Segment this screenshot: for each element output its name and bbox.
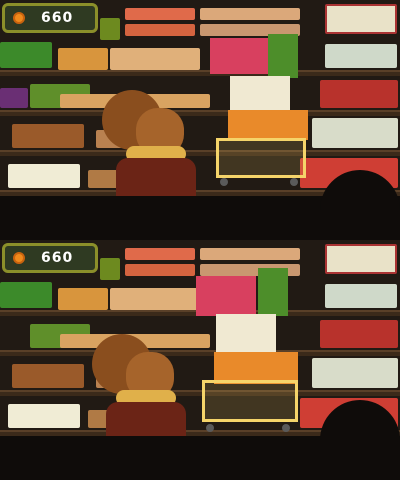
shopping-cart-icon[interactable] bbox=[200, 34, 320, 196]
meat-package bbox=[196, 276, 256, 316]
cart-wheel bbox=[282, 424, 290, 432]
coin-counter: 660 bbox=[2, 243, 98, 273]
cart-basket bbox=[216, 138, 306, 178]
jarred-goods[interactable] bbox=[110, 48, 200, 70]
cart-wheel bbox=[220, 178, 228, 186]
coin-count: 660 bbox=[41, 10, 74, 26]
boxed-goods[interactable] bbox=[325, 244, 397, 274]
boxed-goods[interactable] bbox=[325, 44, 397, 68]
daikon-radish[interactable] bbox=[8, 404, 80, 428]
canned-goods[interactable] bbox=[125, 8, 195, 20]
canned-goods[interactable] bbox=[125, 248, 195, 260]
leafy-greens[interactable] bbox=[0, 282, 52, 308]
boxed-goods[interactable] bbox=[312, 358, 398, 388]
daikon-radish[interactable] bbox=[8, 164, 80, 188]
boxed-goods[interactable] bbox=[320, 80, 398, 108]
shopper-character[interactable] bbox=[96, 88, 206, 208]
grapes[interactable] bbox=[0, 88, 28, 108]
boxed-goods[interactable] bbox=[320, 320, 398, 348]
coin-count: 660 bbox=[41, 250, 74, 266]
cheese-items bbox=[230, 76, 290, 112]
cart-wheel bbox=[206, 424, 214, 432]
cart-basket bbox=[202, 380, 298, 422]
potatoes[interactable] bbox=[12, 364, 84, 388]
cheese-items bbox=[216, 314, 276, 354]
shopper-character[interactable] bbox=[86, 332, 196, 452]
cart-wheel bbox=[290, 178, 298, 186]
canned-goods[interactable] bbox=[125, 24, 195, 36]
jarred-goods[interactable] bbox=[58, 48, 108, 70]
leafy-greens[interactable] bbox=[0, 42, 52, 68]
scene-original[interactable]: 660 bbox=[0, 0, 400, 240]
boxed-goods[interactable] bbox=[312, 118, 398, 148]
meat-package bbox=[210, 38, 270, 74]
jarred-goods[interactable] bbox=[58, 288, 108, 310]
boxed-goods[interactable] bbox=[325, 4, 397, 34]
coin-counter: 660 bbox=[2, 3, 98, 33]
leeks bbox=[258, 268, 288, 316]
coin-icon bbox=[13, 12, 25, 24]
canned-goods[interactable] bbox=[200, 8, 300, 20]
shopping-cart-icon[interactable] bbox=[186, 268, 316, 440]
produce-item[interactable] bbox=[100, 258, 120, 280]
coin-icon bbox=[13, 252, 25, 264]
canned-goods[interactable] bbox=[200, 248, 300, 260]
produce-item[interactable] bbox=[100, 18, 120, 40]
potatoes[interactable] bbox=[12, 124, 84, 148]
oranges bbox=[228, 110, 308, 140]
canned-goods[interactable] bbox=[125, 264, 195, 276]
scene-modified[interactable]: 660 bbox=[0, 240, 400, 480]
boxed-goods[interactable] bbox=[325, 284, 397, 308]
leeks bbox=[268, 34, 298, 78]
